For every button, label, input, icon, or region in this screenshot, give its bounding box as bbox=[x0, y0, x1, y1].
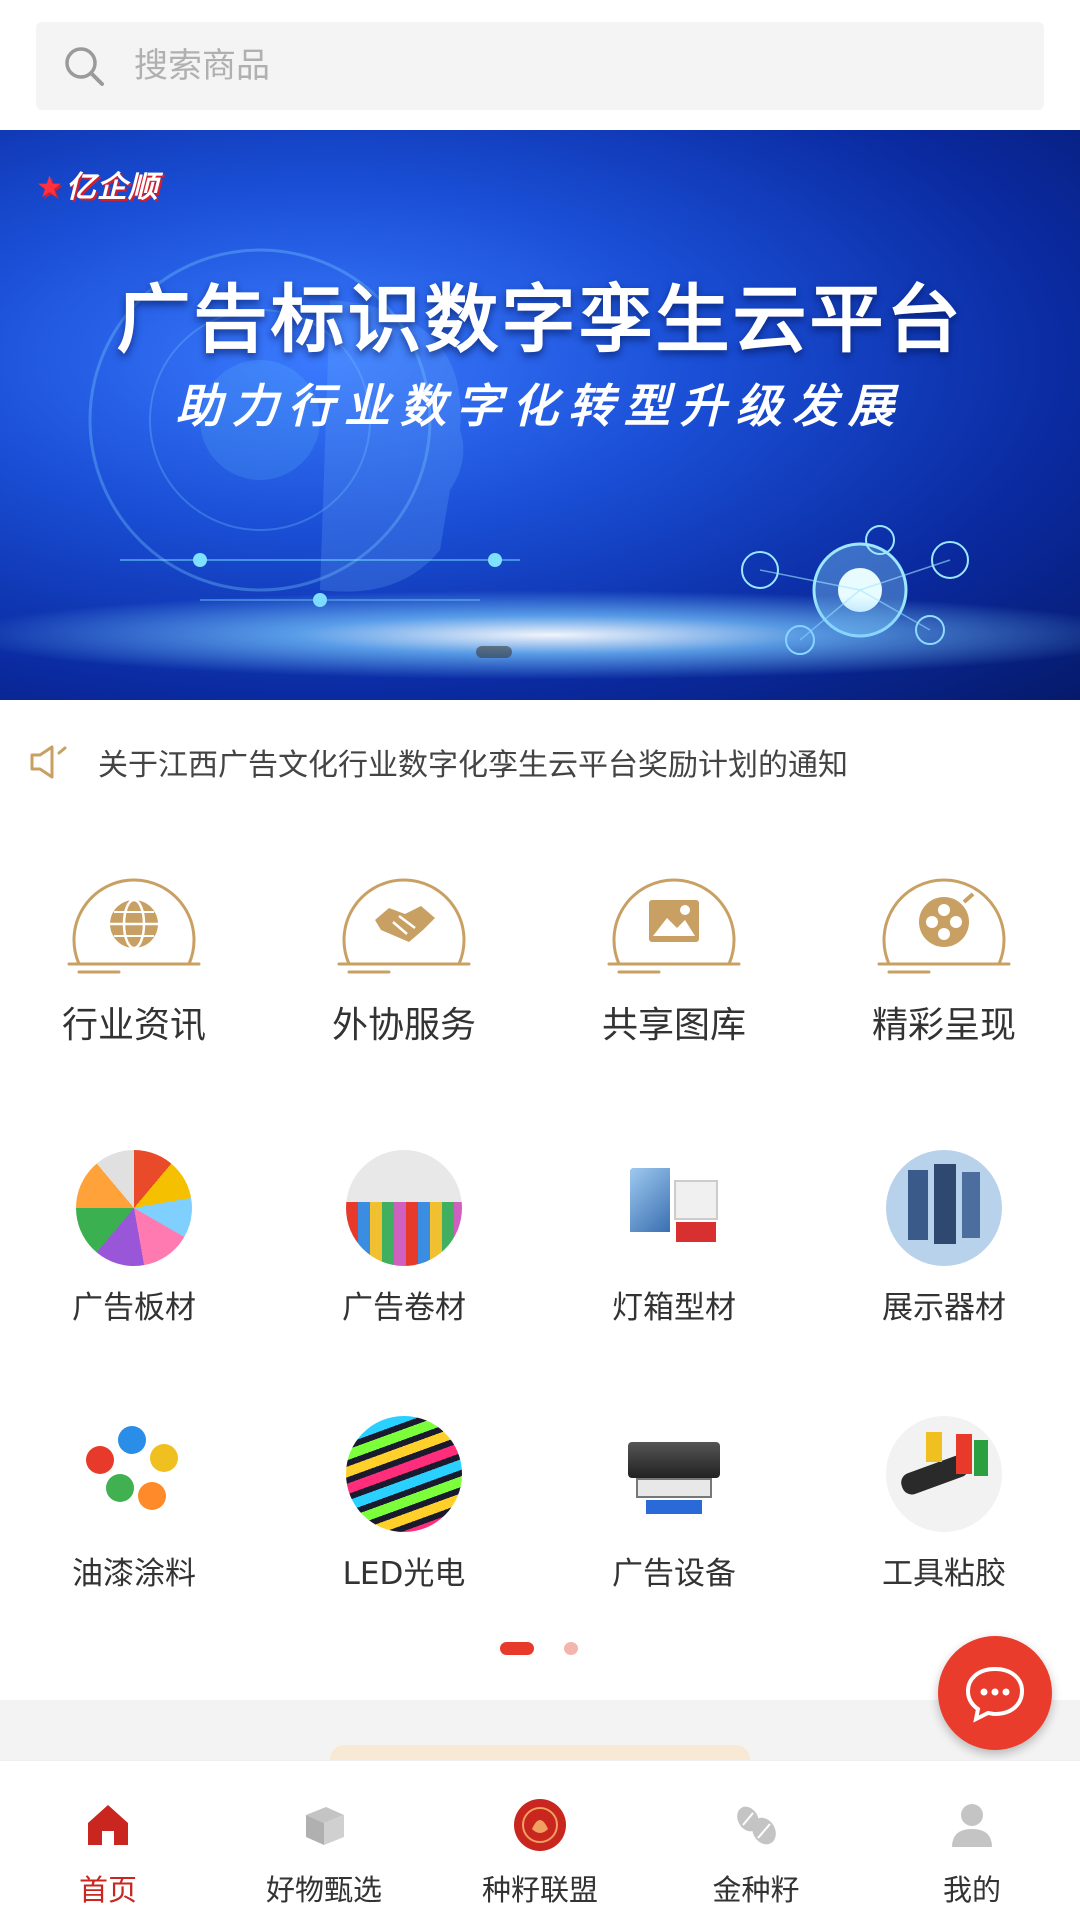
tab-golden-seed[interactable]: 金种籽 bbox=[666, 1797, 846, 1909]
tab-label: 金种籽 bbox=[712, 1873, 800, 1907]
notice-bar[interactable]: 关于江西广告文化行业数字化孪生云平台奖励计划的通知 bbox=[0, 712, 1080, 812]
ad-boards-image bbox=[76, 1150, 192, 1266]
service-label: 共享图库 bbox=[601, 1005, 746, 1046]
category-label: 广告设备 bbox=[612, 1556, 736, 1592]
alliance-logo-icon bbox=[514, 1799, 566, 1851]
category-lightbox-profiles[interactable]: 灯箱型材 bbox=[574, 1150, 774, 1327]
section-divider bbox=[0, 1700, 1080, 1775]
banner-subtitle: 助力行业数字化转型升级发展 bbox=[176, 379, 904, 433]
led-image bbox=[346, 1416, 462, 1532]
display-equipment-image bbox=[886, 1150, 1002, 1266]
banner-indicator bbox=[476, 646, 512, 658]
service-label: 精彩呈现 bbox=[871, 1005, 1016, 1046]
banner-carousel[interactable]: ★亿企顺 广告标识数字孪生云平台 助力行业数字化转型升级发展 bbox=[0, 130, 1080, 700]
service-grid: 行业资讯 外协服务 共享图库 精彩呈现 bbox=[0, 830, 1080, 1080]
chat-button[interactable] bbox=[938, 1636, 1052, 1750]
service-outsourcing[interactable]: 外协服务 bbox=[304, 856, 504, 1048]
bottom-tab-bar: 首页 好物甄选 种籽联盟 金种籽 我的 bbox=[0, 1760, 1080, 1920]
service-label: 外协服务 bbox=[331, 1005, 476, 1046]
tab-seed-alliance[interactable]: 种籽联盟 bbox=[450, 1797, 630, 1909]
category-paints[interactable]: 油漆涂料 bbox=[34, 1416, 234, 1593]
service-industry-news[interactable]: 行业资讯 bbox=[34, 856, 234, 1048]
banner-title: 广告标识数字孪生云平台 bbox=[116, 277, 964, 363]
app-page: ★亿企顺 广告标识数字孪生云平台 助力行业数字化转型升级发展 关于江西广告文化行… bbox=[0, 0, 1080, 1920]
category-label: 灯箱型材 bbox=[612, 1290, 736, 1326]
notice-text: 关于江西广告文化行业数字化孪生云平台奖励计划的通知 bbox=[98, 748, 848, 783]
box-icon bbox=[306, 1807, 344, 1845]
ad-equipment-image bbox=[616, 1416, 732, 1532]
home-icon bbox=[88, 1805, 128, 1845]
tab-profile[interactable]: 我的 bbox=[882, 1797, 1062, 1909]
ad-rolls-image bbox=[346, 1150, 462, 1266]
search-input[interactable] bbox=[134, 46, 934, 86]
category-led[interactable]: LED光电 bbox=[304, 1416, 504, 1593]
banner-light-streak bbox=[0, 590, 1080, 680]
service-showcase[interactable]: 精彩呈现 bbox=[844, 856, 1044, 1048]
handshake-icon bbox=[337, 878, 471, 974]
globe-icon bbox=[67, 878, 201, 974]
pager-dot[interactable] bbox=[564, 1642, 578, 1655]
category-ad-rolls[interactable]: 广告卷材 bbox=[304, 1150, 504, 1327]
tab-label: 好物甄选 bbox=[265, 1873, 382, 1907]
chat-bubble-icon bbox=[965, 1666, 1025, 1723]
user-icon bbox=[952, 1804, 992, 1847]
category-label: 油漆涂料 bbox=[72, 1556, 196, 1592]
category-label: LED光电 bbox=[342, 1556, 466, 1592]
search-bar[interactable] bbox=[36, 22, 1044, 110]
speaker-icon bbox=[30, 745, 67, 779]
category-ad-equipment[interactable]: 广告设备 bbox=[574, 1416, 774, 1593]
category-pager bbox=[0, 1642, 1080, 1656]
category-display-equipment[interactable]: 展示器材 bbox=[844, 1150, 1044, 1327]
pager-dot-active[interactable] bbox=[500, 1642, 534, 1655]
category-label: 广告板材 bbox=[72, 1290, 196, 1326]
lightbox-profiles-image bbox=[616, 1150, 732, 1266]
banner-logo: ★亿企顺 bbox=[36, 170, 159, 205]
category-label: 广告卷材 bbox=[342, 1290, 466, 1326]
tab-label: 种籽联盟 bbox=[481, 1873, 598, 1907]
tab-curated-goods[interactable]: 好物甄选 bbox=[234, 1797, 414, 1909]
category-label: 工具粘胶 bbox=[882, 1556, 1006, 1592]
image-icon bbox=[607, 878, 741, 974]
category-ad-boards[interactable]: 广告板材 bbox=[34, 1150, 234, 1327]
seeds-icon bbox=[737, 1806, 776, 1845]
category-tools-adhesives[interactable]: 工具粘胶 bbox=[844, 1416, 1044, 1593]
search-area bbox=[0, 0, 1080, 130]
tab-label: 首页 bbox=[78, 1873, 137, 1907]
star-icon: ★ bbox=[36, 170, 64, 205]
service-shared-gallery[interactable]: 共享图库 bbox=[574, 856, 774, 1048]
category-grid: 广告板材 广告卷材 灯箱型材 展示器材 油漆涂料 LED光电 广告设备 工具粘胶 bbox=[0, 1098, 1080, 1698]
category-label: 展示器材 bbox=[882, 1290, 1006, 1326]
tab-label: 我的 bbox=[942, 1873, 1001, 1907]
paints-image bbox=[76, 1416, 192, 1532]
film-reel-icon bbox=[877, 878, 1011, 974]
tools-adhesives-image bbox=[886, 1416, 1002, 1532]
service-label: 行业资讯 bbox=[61, 1005, 206, 1046]
tab-home[interactable]: 首页 bbox=[18, 1797, 198, 1909]
search-icon bbox=[65, 47, 104, 86]
